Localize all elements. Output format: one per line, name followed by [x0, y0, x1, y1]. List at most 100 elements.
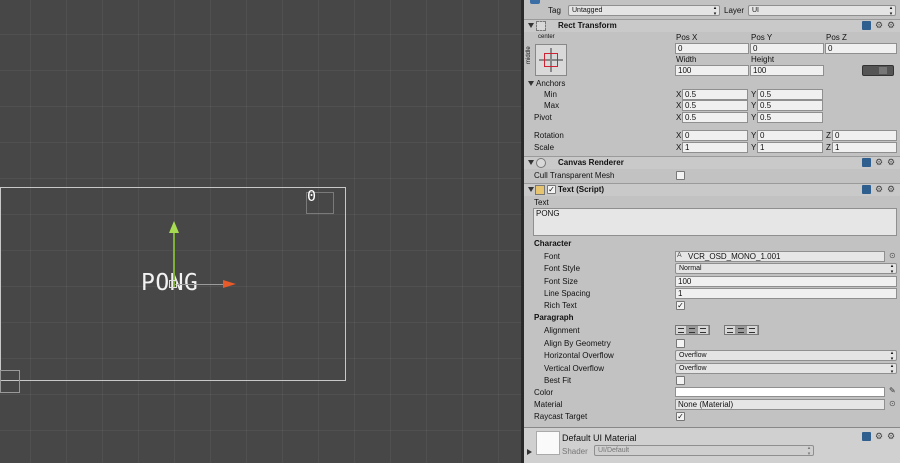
max-x-field[interactable]: 0.5	[682, 100, 748, 111]
rect-transform-icon	[536, 21, 546, 31]
scene-view[interactable]: 0 PONG	[0, 0, 521, 463]
settings-gear-icon[interactable]: ⚙	[875, 431, 883, 442]
canvas-renderer-title: Canvas Renderer	[558, 158, 624, 167]
height-label: Height	[751, 55, 775, 64]
align-middle-button[interactable]	[736, 326, 747, 334]
horizontal-overflow-label: Horizontal Overflow	[544, 351, 614, 360]
pivot-x-field[interactable]: 0.5	[682, 112, 748, 123]
more-options-icon[interactable]: ⚙	[887, 157, 895, 168]
scale-y-field[interactable]: 1	[757, 142, 823, 153]
raw-edit-toggle-button[interactable]	[862, 65, 894, 76]
align-right-button[interactable]	[698, 326, 709, 334]
shader-dropdown[interactable]: UI/Default	[594, 445, 814, 457]
settings-gear-icon[interactable]: ⚙	[875, 20, 883, 31]
horizontal-overflow-dropdown[interactable]: Overflow	[675, 350, 897, 362]
font-size-field[interactable]: 100	[675, 276, 897, 287]
move-gizmo-x-axis[interactable]	[175, 284, 225, 285]
font-style-dropdown[interactable]: Normal	[675, 263, 897, 275]
vertical-overflow-dropdown[interactable]: Overflow	[675, 363, 897, 375]
help-book-icon[interactable]	[862, 21, 871, 30]
material-title: Default UI Material	[562, 433, 637, 443]
text-content-area[interactable]: PONG	[533, 208, 897, 236]
move-gizmo-x-arrow-icon[interactable]	[223, 280, 236, 288]
canvas-renderer-eye-icon	[536, 158, 546, 168]
canvas-renderer-header[interactable]: Canvas Renderer ⚙ ⚙	[524, 156, 900, 169]
help-book-icon[interactable]	[862, 158, 871, 167]
max-x-label: X	[676, 101, 682, 110]
layer-dropdown[interactable]: UI	[748, 5, 896, 17]
pivot-y-field[interactable]: 0.5	[757, 112, 823, 123]
more-options-icon[interactable]: ⚙	[887, 431, 895, 442]
horizontal-alignment-group	[675, 325, 710, 335]
score-text[interactable]: 0	[307, 187, 316, 205]
collapse-triangle-icon[interactable]	[528, 23, 534, 28]
scale-z-label: Z	[826, 143, 831, 152]
shader-label: Shader	[562, 447, 588, 456]
max-y-field[interactable]: 0.5	[757, 100, 823, 111]
collapse-triangle-icon[interactable]	[528, 160, 534, 165]
min-label: Min	[544, 90, 557, 99]
material-preview[interactable]	[536, 431, 560, 455]
best-fit-checkbox[interactable]	[676, 376, 685, 385]
align-center-button[interactable]	[687, 326, 698, 334]
scale-x-field[interactable]: 1	[682, 142, 748, 153]
alignment-label: Alignment	[544, 326, 580, 335]
rotation-x-field[interactable]: 0	[682, 130, 748, 141]
font-label: Font	[544, 252, 561, 261]
height-field[interactable]: 100	[750, 65, 824, 76]
anchor-preset-button[interactable]	[535, 44, 567, 76]
rich-text-checkbox[interactable]: ✓	[676, 301, 685, 310]
align-by-geometry-checkbox[interactable]	[676, 339, 685, 348]
rect-transform-header[interactable]: Rect Transform ⚙ ⚙	[524, 19, 900, 32]
tag-dropdown[interactable]: Untagged	[568, 5, 720, 17]
color-label: Color	[534, 388, 554, 397]
font-field[interactable]: VCR_OSD_MONO_1.001	[675, 251, 885, 262]
collapse-triangle-icon[interactable]	[528, 187, 534, 192]
scale-y-label: Y	[751, 143, 757, 152]
font-picker-target-icon[interactable]: ⊙	[889, 251, 896, 260]
component-actions: ⚙ ⚙	[862, 157, 896, 168]
eyedropper-icon[interactable]: ✎	[889, 386, 896, 395]
min-x-field[interactable]: 0.5	[682, 89, 748, 100]
rotation-z-field[interactable]: 0	[832, 130, 897, 141]
align-bottom-button[interactable]	[747, 326, 758, 334]
move-gizmo-center-handle[interactable]	[169, 280, 177, 288]
scale-z-field[interactable]: 1	[832, 142, 897, 153]
move-gizmo-y-arrow-icon[interactable]	[169, 221, 179, 233]
pos-x-field[interactable]: 0	[675, 43, 749, 54]
material-picker-target-icon[interactable]: ⊙	[889, 399, 896, 408]
rect-transform-title: Rect Transform	[558, 21, 617, 30]
help-book-icon[interactable]	[862, 185, 871, 194]
help-book-icon[interactable]	[862, 432, 871, 441]
settings-gear-icon[interactable]: ⚙	[875, 184, 883, 195]
color-swatch[interactable]	[675, 387, 885, 397]
move-gizmo-y-axis[interactable]	[173, 232, 175, 287]
pos-y-field[interactable]: 0	[750, 43, 824, 54]
text-label: Text	[534, 198, 549, 207]
align-left-button[interactable]	[676, 326, 687, 334]
min-x-label: X	[676, 90, 682, 99]
min-y-field[interactable]: 0.5	[757, 89, 823, 100]
raycast-target-checkbox[interactable]: ✓	[676, 412, 685, 421]
more-options-icon[interactable]: ⚙	[887, 184, 895, 195]
anchors-triangle-icon[interactable]	[528, 81, 534, 86]
line-spacing-field[interactable]: 1	[675, 288, 897, 299]
width-field[interactable]: 100	[675, 65, 749, 76]
cull-transparent-mesh-checkbox[interactable]	[676, 171, 685, 180]
text-component-icon	[535, 185, 545, 195]
align-top-button[interactable]	[725, 326, 736, 334]
gameobject-icon	[530, 0, 540, 4]
more-options-icon[interactable]: ⚙	[887, 20, 895, 31]
anchor-preset-icon	[544, 53, 558, 67]
text-enabled-checkbox[interactable]: ✓	[547, 185, 556, 194]
rich-text-label: Rich Text	[544, 301, 577, 310]
material-label: Material	[534, 400, 563, 409]
layer-label: Layer	[724, 6, 745, 15]
material-expand-triangle-icon[interactable]	[527, 449, 535, 455]
material-field[interactable]: None (Material)	[675, 399, 885, 410]
text-script-header[interactable]: ✓ Text (Script) ⚙ ⚙	[524, 183, 900, 196]
settings-gear-icon[interactable]: ⚙	[875, 157, 883, 168]
rotation-y-field[interactable]: 0	[757, 130, 823, 141]
pivot-label: Pivot	[534, 113, 552, 122]
pos-z-field[interactable]: 0	[825, 43, 897, 54]
